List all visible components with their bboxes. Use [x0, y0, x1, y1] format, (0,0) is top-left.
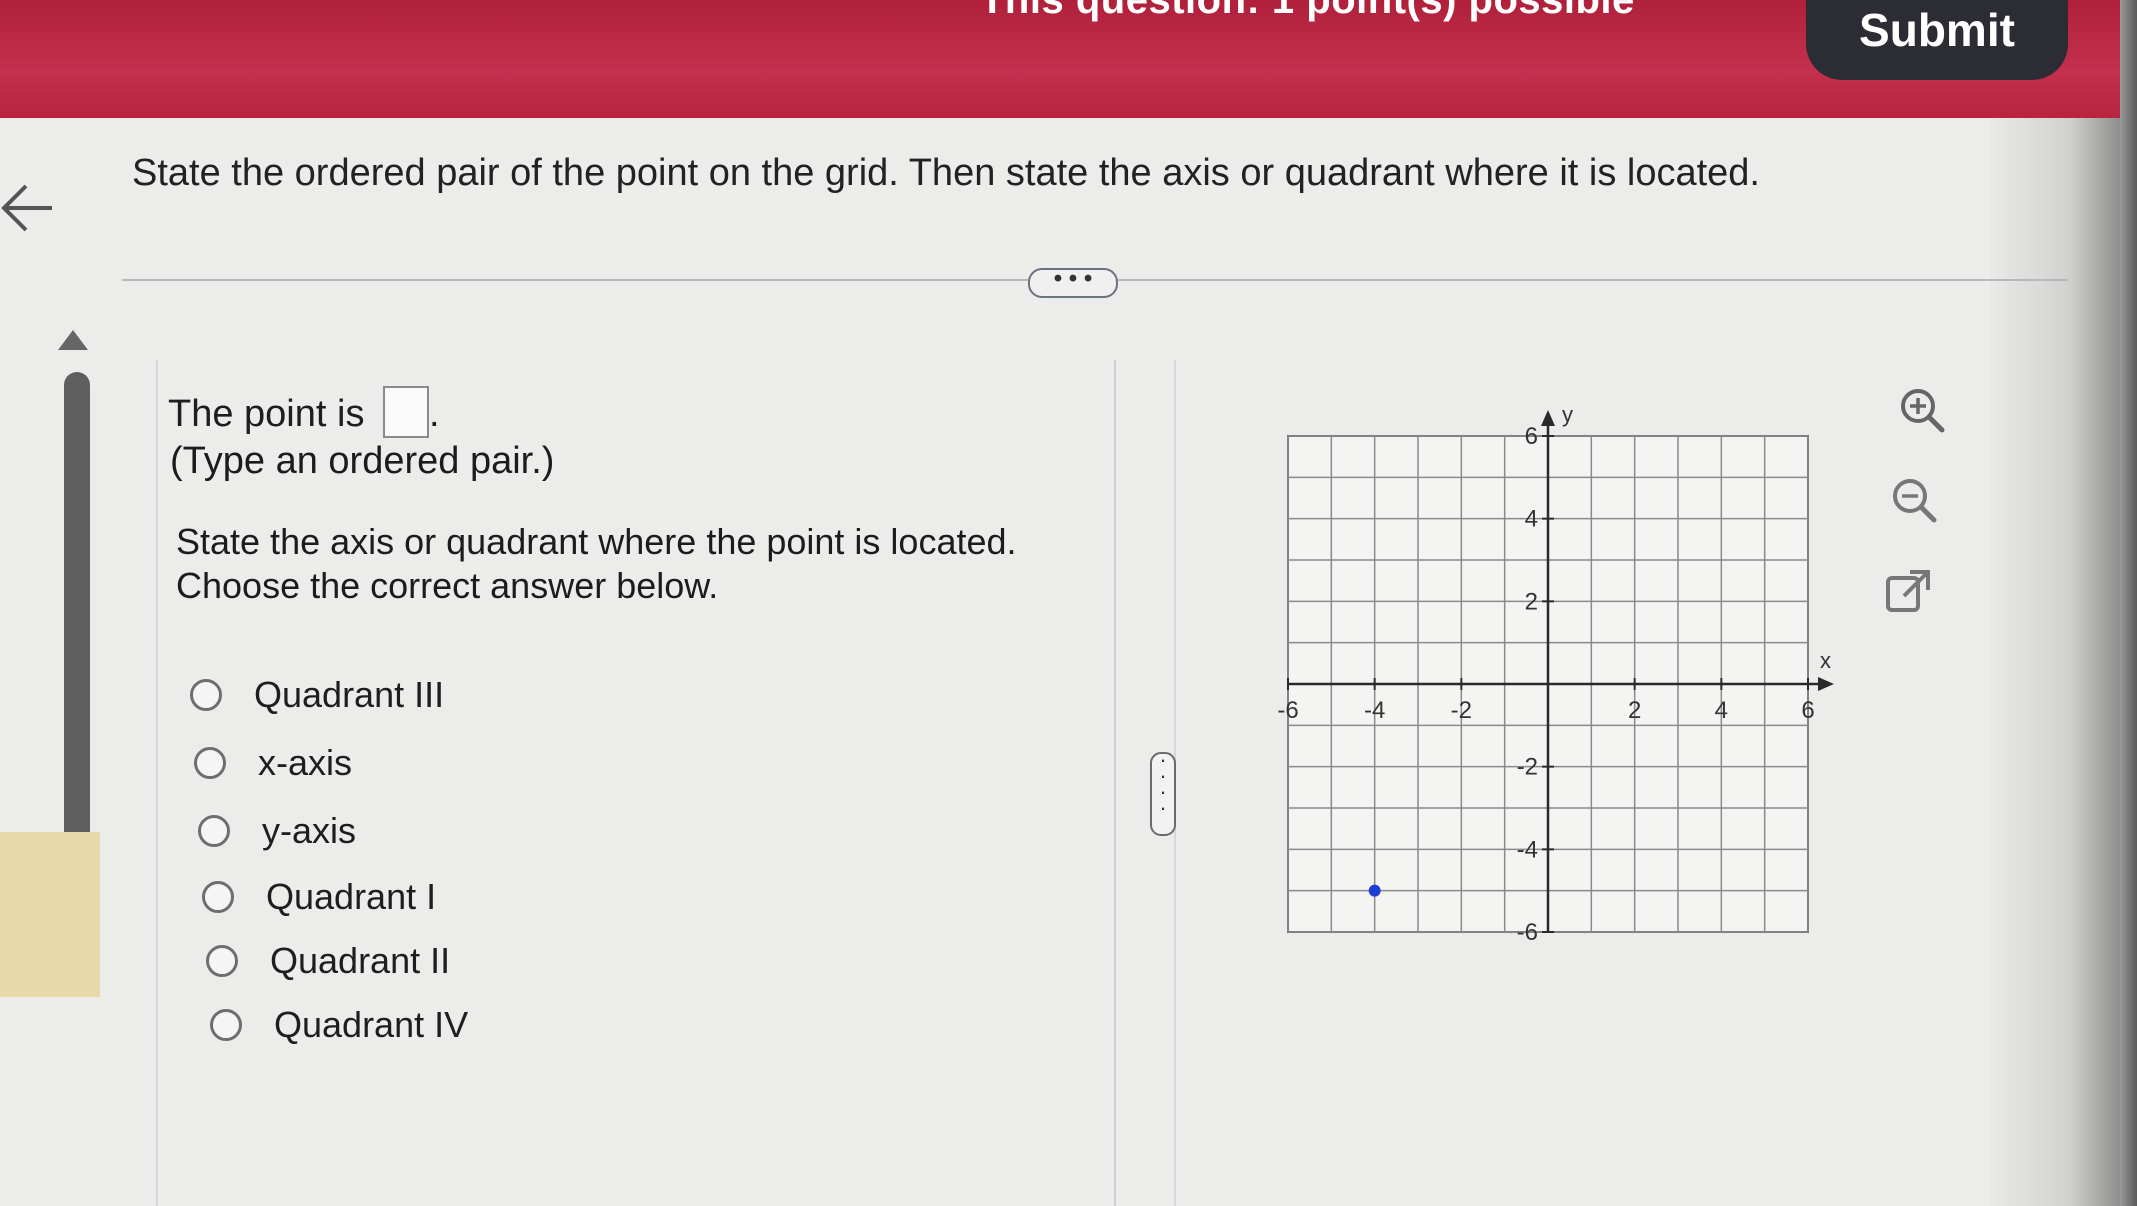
question-text: State the ordered pair of the point on t…	[132, 152, 1760, 194]
y-axis-arrow	[1541, 410, 1555, 426]
submit-button[interactable]: Submit	[1806, 0, 2068, 80]
zoom-in-icon[interactable]	[1896, 384, 1948, 436]
option-y-axis[interactable]: y-axis	[198, 810, 356, 852]
y-tick-label: 2	[1525, 588, 1538, 615]
x-tick-label: -2	[1451, 697, 1472, 724]
side-panel-tab	[0, 832, 100, 997]
pane-border	[156, 360, 158, 1206]
right-bezel	[1990, 118, 2120, 1206]
x-tick-label: -6	[1277, 697, 1298, 724]
y-tick-label: 4	[1525, 506, 1538, 533]
option-label: y-axis	[262, 810, 357, 851]
radio-button[interactable]	[190, 679, 222, 711]
x-tick-label: 6	[1801, 697, 1814, 724]
option-quadrant-i[interactable]: Quadrant I	[202, 876, 436, 918]
option-label: Quadrant I	[266, 876, 437, 917]
pane-resize-handle[interactable]: · · · ·	[1150, 749, 1176, 836]
radio-button[interactable]	[198, 815, 230, 847]
prompt-line-2: Choose the correct answer below.	[176, 565, 719, 606]
pane-divider	[1114, 360, 1116, 1206]
more-button[interactable]: • • •	[1028, 267, 1118, 298]
external-link-icon[interactable]	[1882, 566, 1934, 618]
option-label: Quadrant IV	[274, 1004, 469, 1045]
scroll-up-arrow-icon[interactable]	[58, 330, 88, 350]
coordinate-grid: x y -6 -4 -2 2 4 6 6 4 2 -2 -4 -6	[1277, 402, 1834, 940]
x-axis-label: x	[1820, 648, 1831, 673]
x-tick-label: 2	[1628, 697, 1641, 724]
option-label: Quadrant II	[270, 940, 451, 981]
point-prefix: The point is	[168, 393, 365, 435]
ordered-pair-input[interactable]	[383, 386, 430, 438]
quadrant-prompt: State the axis or quadrant where the poi…	[176, 520, 1017, 608]
option-quadrant-ii[interactable]: Quadrant II	[206, 940, 450, 982]
plotted-point	[1368, 884, 1381, 897]
radio-button[interactable]	[210, 1009, 242, 1041]
radio-button[interactable]	[202, 881, 234, 913]
x-tick-label: 4	[1715, 697, 1728, 724]
y-axis-label: y	[1562, 402, 1573, 427]
question-info: This question: 1 point(s) possible	[980, 0, 1635, 22]
radio-button[interactable]	[206, 945, 238, 977]
prompt-line-1: State the axis or quadrant where the poi…	[176, 521, 1017, 562]
back-arrow-icon[interactable]	[0, 178, 60, 238]
option-quadrant-iii[interactable]: Quadrant III	[190, 674, 444, 716]
option-label: Quadrant III	[254, 674, 445, 715]
option-label: x-axis	[258, 742, 353, 783]
x-axis-arrow	[1818, 677, 1834, 691]
point-suffix: .	[429, 393, 440, 435]
answer-hint: (Type an ordered pair.)	[170, 440, 555, 482]
option-x-axis[interactable]: x-axis	[194, 742, 352, 784]
x-tick-label: -4	[1364, 697, 1385, 724]
y-tick-label: -4	[1517, 836, 1538, 863]
screen-edge	[2120, 0, 2137, 1206]
zoom-out-icon[interactable]	[1888, 474, 1940, 526]
y-tick-label: -2	[1517, 754, 1538, 781]
y-tick-label: 6	[1525, 423, 1538, 450]
radio-button[interactable]	[194, 747, 226, 779]
option-quadrant-iv[interactable]: Quadrant IV	[210, 1004, 468, 1046]
point-answer-row: The point is .	[168, 386, 440, 438]
y-tick-label: -6	[1517, 919, 1538, 940]
